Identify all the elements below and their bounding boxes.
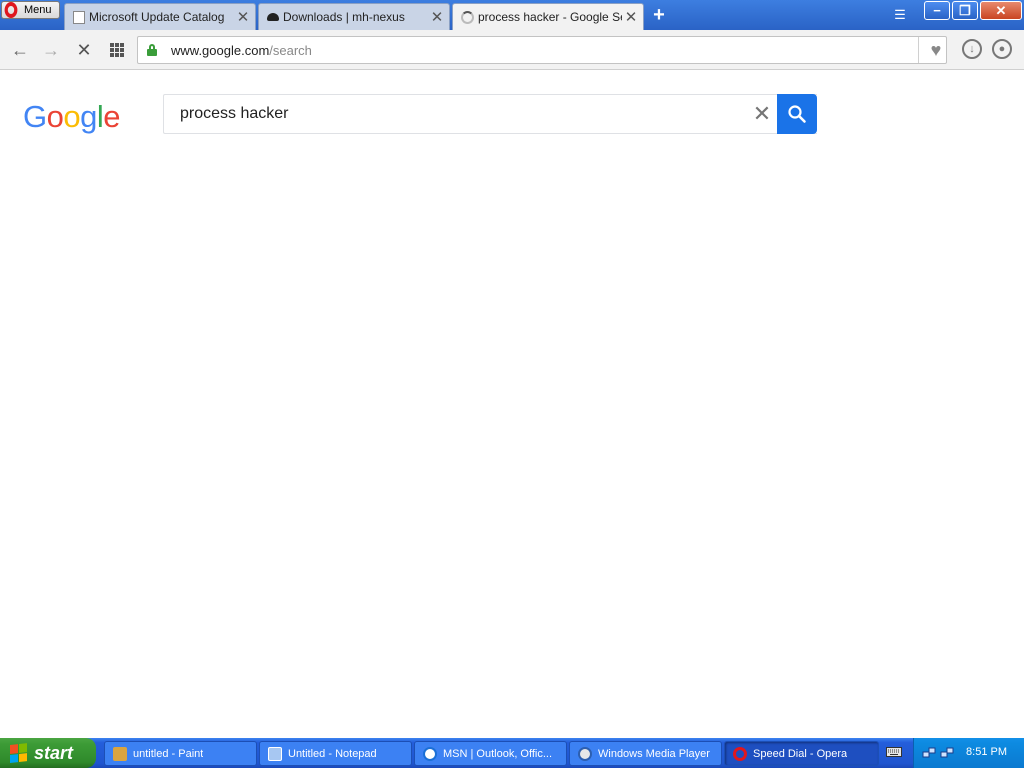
document-icon [73, 10, 85, 24]
logo-letter: o [46, 99, 64, 134]
navigation-bar: ← → ✕ www.google.com/search ♥ ↓ ● [0, 30, 1024, 70]
start-button[interactable]: start [0, 738, 96, 768]
taskbar-item-msn[interactable]: MSN | Outlook, Offic... [414, 741, 567, 766]
search-query-text: process hacker [180, 105, 289, 122]
network-icon[interactable] [922, 746, 936, 760]
stop-loading-icon[interactable]: ✕ [73, 39, 95, 61]
close-tab-icon[interactable]: ✕ [234, 8, 252, 26]
minimize-button[interactable]: − [924, 1, 950, 20]
google-logo[interactable]: Google [23, 99, 121, 135]
address-divider [918, 37, 919, 63]
start-label: start [34, 742, 74, 763]
browser-titlebar: Menu Microsoft Update Catalog ✕ Download… [0, 0, 1024, 30]
opera-logo-icon [4, 2, 18, 18]
restore-button[interactable]: ❐ [952, 1, 978, 20]
tab-label: process hacker - Google Sear [478, 10, 622, 24]
clear-search-icon[interactable]: ✕ [750, 102, 774, 126]
secure-lock-icon[interactable] [147, 44, 157, 56]
taskbar-item-media-player[interactable]: Windows Media Player [569, 741, 722, 766]
system-tray: 8:51 PM [913, 738, 1024, 768]
close-window-button[interactable]: ✕ [980, 1, 1022, 20]
opera-icon [733, 746, 747, 761]
tab-menu-icon[interactable]: ☰ [892, 7, 908, 23]
tab-microsoft-update-catalog[interactable]: Microsoft Update Catalog ✕ [64, 3, 256, 30]
windows-flag-icon [10, 743, 28, 763]
taskbar-item-opera[interactable]: Speed Dial - Opera [724, 741, 879, 766]
keyboard-icon[interactable] [886, 745, 902, 759]
logo-letter: e [103, 99, 121, 134]
taskbar-item-label: untitled - Paint [133, 747, 204, 760]
tab-label: Microsoft Update Catalog [89, 10, 225, 24]
opera-menu-button[interactable]: Menu [1, 1, 60, 19]
taskbar-item-notepad[interactable]: Untitled - Notepad [259, 741, 412, 766]
logo-letter: G [23, 99, 47, 134]
internet-explorer-icon [423, 746, 437, 761]
close-tab-icon[interactable]: ✕ [428, 8, 446, 26]
menu-label: Menu [24, 4, 52, 16]
downloads-icon[interactable]: ↓ [962, 39, 982, 59]
taskbar: start untitled - Paint Untitled - Notepa… [0, 738, 1024, 768]
clock[interactable]: 8:51 PM [966, 746, 1007, 758]
bookmark-heart-icon[interactable]: ♥ [926, 40, 946, 60]
taskbar-item-label: Untitled - Notepad [288, 747, 377, 760]
address-bar[interactable]: www.google.com/search ♥ [137, 36, 947, 64]
logo-letter: g [80, 99, 97, 134]
search-input[interactable]: process hacker ✕ [163, 94, 817, 134]
taskbar-item-paint[interactable]: untitled - Paint [104, 741, 257, 766]
search-icon [788, 105, 806, 123]
close-tab-icon[interactable]: ✕ [622, 8, 640, 26]
network-icon[interactable] [940, 746, 954, 760]
taskbar-item-label: Speed Dial - Opera [753, 747, 848, 760]
tab-label: Downloads | mh-nexus [283, 10, 405, 24]
taskbar-item-label: Windows Media Player [598, 747, 710, 760]
loading-spinner-icon [461, 10, 474, 24]
search-button[interactable] [777, 94, 817, 134]
url-domain: www.google.com [171, 43, 270, 58]
hat-icon [267, 13, 279, 21]
forward-arrow-icon[interactable]: → [40, 39, 62, 61]
paint-icon [113, 746, 127, 761]
speed-dial-grid-icon[interactable] [106, 39, 128, 61]
media-player-icon [578, 746, 592, 761]
taskbar-item-label: MSN | Outlook, Offic... [443, 747, 553, 760]
logo-letter: o [63, 99, 81, 134]
account-icon[interactable]: ● [992, 39, 1012, 59]
notepad-icon [268, 746, 282, 761]
url-path: /search [269, 43, 312, 58]
url-text[interactable]: www.google.com/search [171, 43, 312, 58]
back-arrow-icon[interactable]: ← [9, 39, 31, 61]
new-tab-button[interactable]: + [650, 5, 668, 25]
tab-downloads-mh-nexus[interactable]: Downloads | mh-nexus ✕ [258, 3, 450, 30]
tab-google-search[interactable]: process hacker - Google Sear ✕ [452, 3, 644, 30]
